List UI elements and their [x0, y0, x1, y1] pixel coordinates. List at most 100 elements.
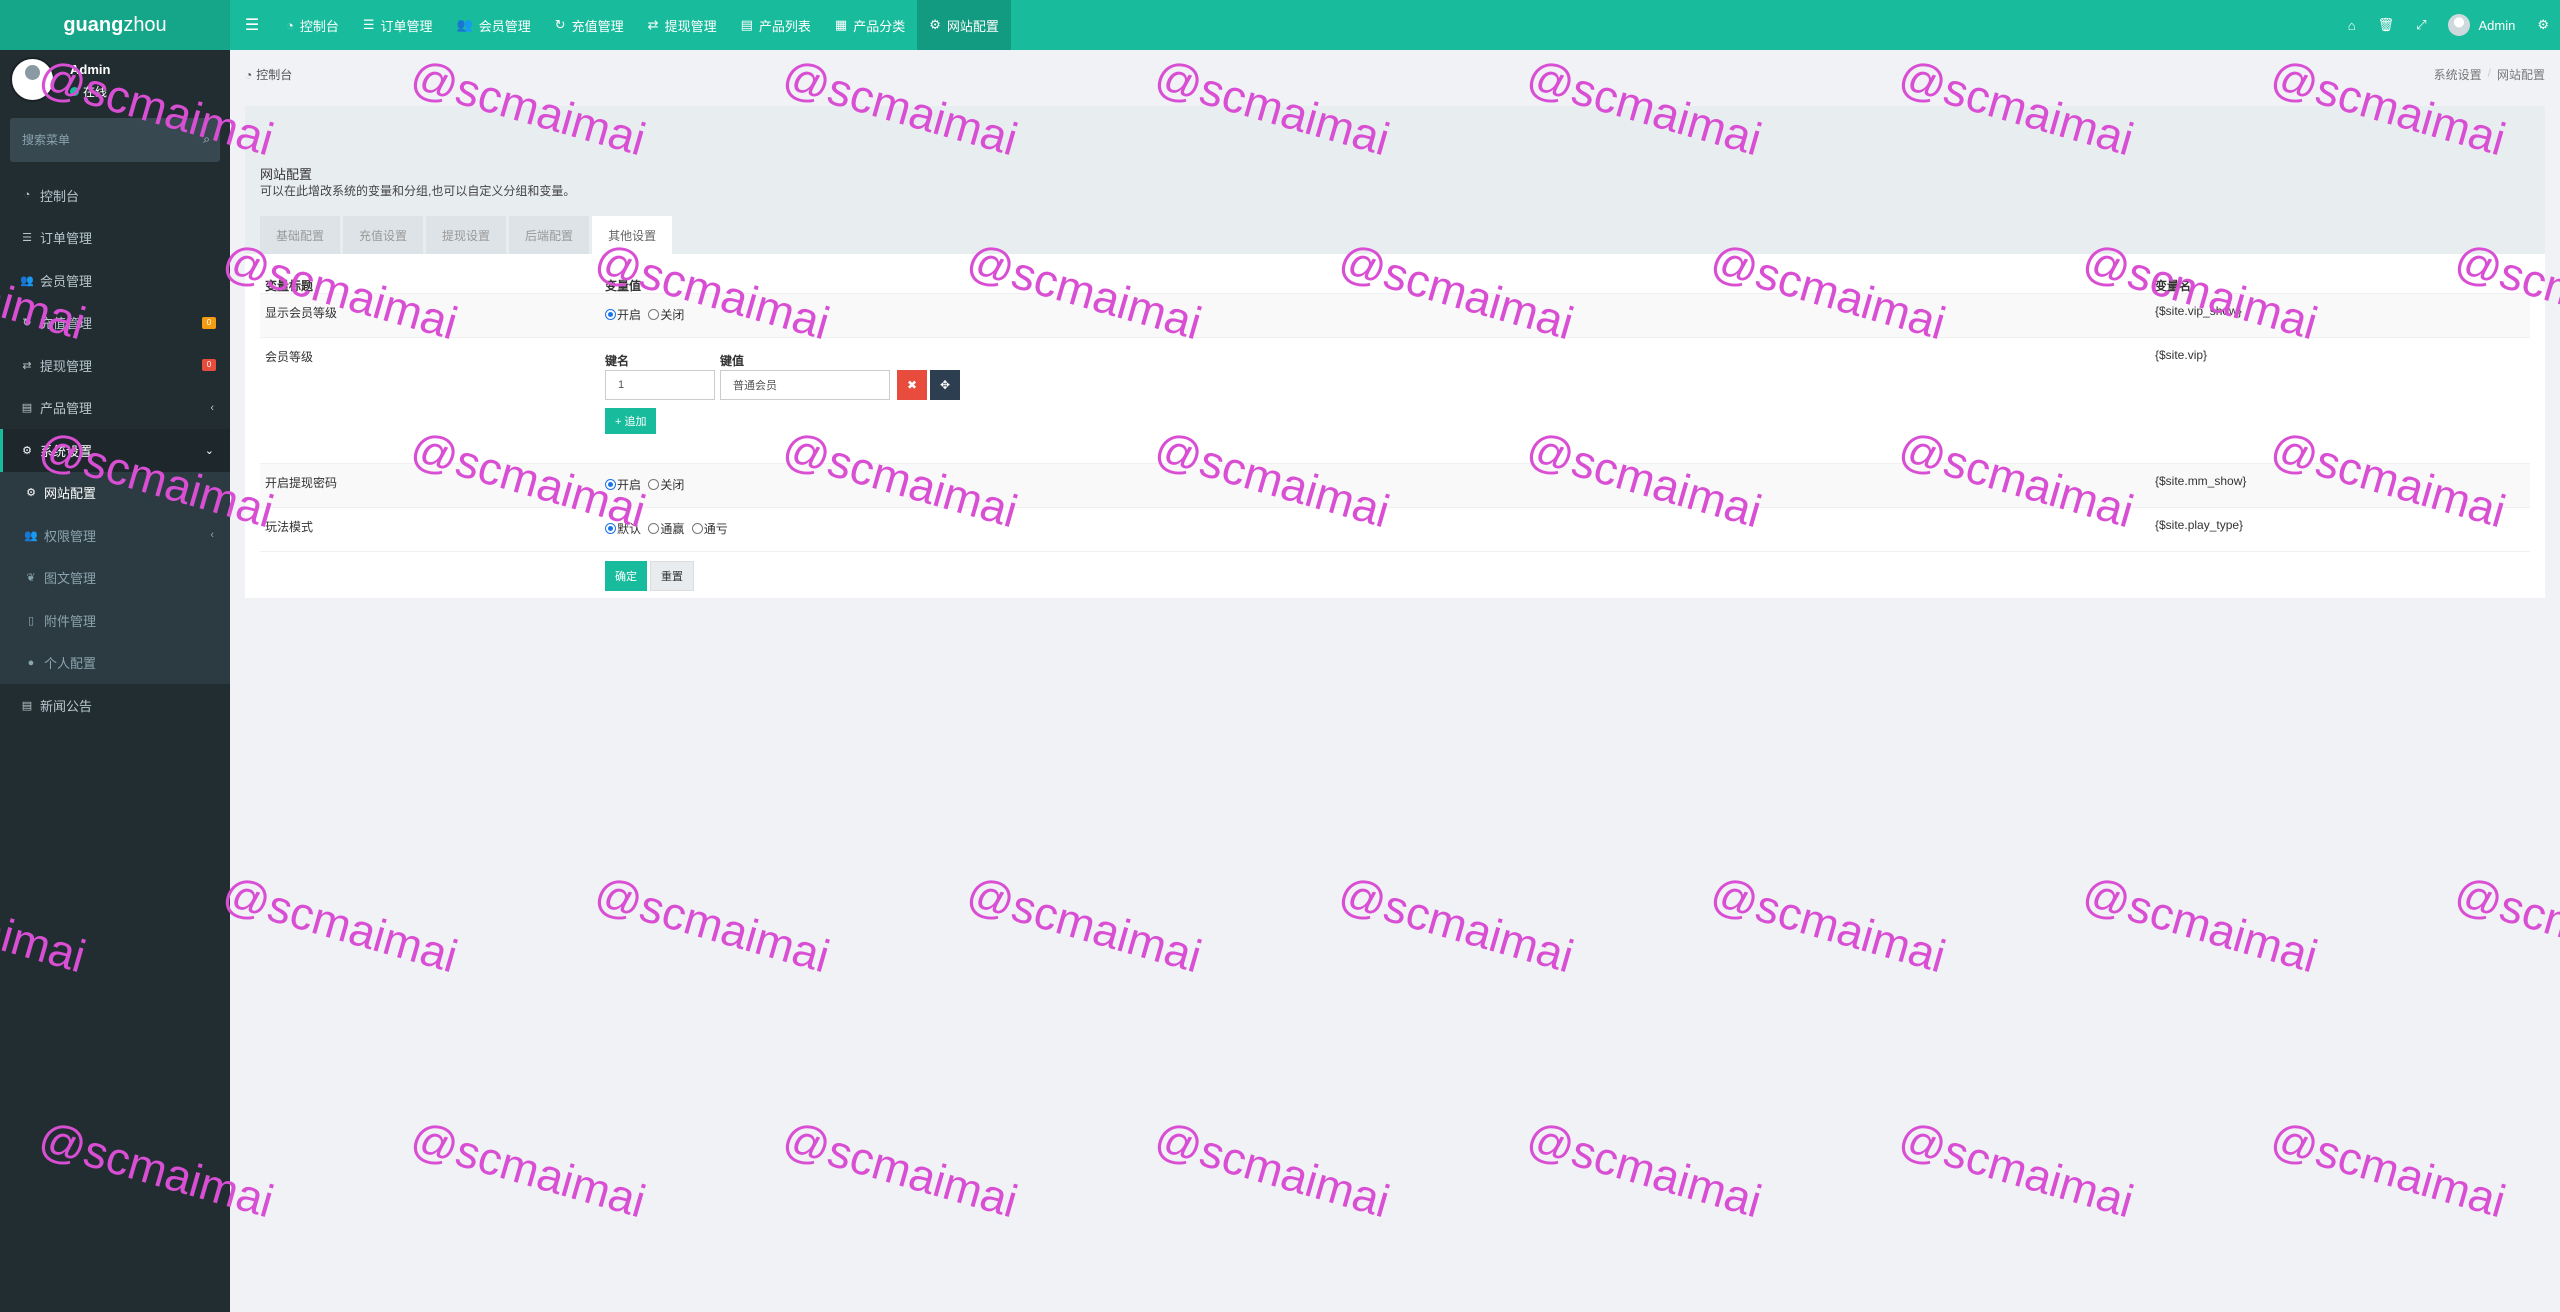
- reset-button[interactable]: 重置: [650, 561, 694, 591]
- breadcrumb-item[interactable]: 系统设置: [2434, 66, 2482, 83]
- table-row: 开启提现密码 开启 关闭 {$site.mm_show}: [260, 464, 2530, 508]
- user-menu[interactable]: Admin: [2437, 0, 2526, 50]
- radio-checked-icon: [605, 479, 616, 490]
- tab-backend[interactable]: 后端配置: [509, 216, 590, 254]
- gear-icon: ⚙: [26, 487, 36, 500]
- remove-row-button[interactable]: ✖: [897, 370, 927, 400]
- sidebar-item-dashboard[interactable]: ◔ 控制台: [0, 174, 230, 217]
- topnav-item-withdraw[interactable]: ⇄ 提现管理: [636, 0, 729, 50]
- user-name: Admin: [70, 62, 111, 77]
- sidebar-item-orders[interactable]: ☰ 订单管理: [0, 217, 230, 260]
- table-header: 变量标题 变量值 变量名: [260, 254, 2530, 294]
- tab-recharge[interactable]: 充值设置: [343, 216, 424, 254]
- radio-all-win[interactable]: 通赢: [648, 520, 684, 537]
- radio-off[interactable]: 关闭: [648, 476, 684, 493]
- radio-on[interactable]: 开启: [605, 476, 641, 493]
- home-icon: ⌂: [2347, 17, 2356, 33]
- recharge-icon: ↻: [554, 17, 566, 32]
- sidebar-item-system-settings[interactable]: ⚙ 系统设置 ⌄: [0, 429, 230, 472]
- sidebar-menu: ◔ 控制台 ☰ 订单管理 👥 会员管理 ↻ 充值管理 0 ⇄ 提现管理 0 ▤ 产品管理 ‹ ⚙ 系…: [0, 174, 230, 727]
- menu-icon: ☰: [244, 17, 260, 34]
- append-button[interactable]: + 追加: [605, 408, 657, 434]
- radio-all-lose[interactable]: 通亏: [691, 520, 728, 537]
- radio-default[interactable]: 默认: [605, 520, 641, 537]
- panel-description: 可以在此增改系统的变量和分组,也可以自定义分组和变量。: [260, 184, 576, 198]
- breadcrumb-path: 系统设置 / 网站配置: [2434, 66, 2545, 83]
- radio-checked-icon: [605, 523, 616, 534]
- sidebar-subitem-profile[interactable]: ● 个人配置: [0, 642, 230, 685]
- topnav-item-categories[interactable]: ▦ 产品分类: [823, 0, 917, 50]
- topnav-item-orders[interactable]: ☰ 订单管理: [351, 0, 445, 50]
- topnav-item-site-config[interactable]: ⚙ 网站配置: [917, 0, 1011, 50]
- column-header: 变量名: [2155, 279, 2192, 293]
- users-icon: 👥: [20, 274, 34, 287]
- app-logo[interactable]: guangzhou: [0, 0, 230, 50]
- table-row: 玩法模式 默认 通赢 通亏 {$site.play_type}: [260, 508, 2530, 552]
- sidebar-item-members[interactable]: 👥 会员管理: [0, 259, 230, 302]
- radio-checked-icon: [605, 309, 616, 320]
- home-button[interactable]: ⌂: [2337, 0, 2367, 50]
- gear-icon: ⚙: [929, 17, 941, 32]
- sidebar-submenu: ⚙ 网站配置 👥 权限管理 ‹ ❦ 图文管理 ▯ 附件管理 ● 个人配置: [0, 471, 230, 685]
- user-icon: ●: [27, 656, 35, 669]
- top-navbar: guangzhou ☰ ◔ 控制台 ☰ 订单管理 👥 会员管理 ↻ 充值管理 ⇄ 提现管理…: [0, 0, 2560, 50]
- fullscreen-button[interactable]: ⤢: [2405, 0, 2437, 50]
- trash-icon: 🗑: [2377, 17, 2395, 32]
- sidebar-subitem-permissions[interactable]: 👥 权限管理 ‹: [0, 514, 230, 557]
- main-content: ◔ 控制台 系统设置 / 网站配置 网站配置 可以在此增改系统的变量和分组,也可以…: [230, 50, 2560, 1312]
- top-nav: ☰ ◔ 控制台 ☰ 订单管理 👥 会员管理 ↻ 充值管理 ⇄ 提现管理 ▤ 产品列表 ▦ 产品…: [230, 0, 1011, 50]
- row-title: 会员等级: [265, 350, 314, 364]
- group-icon: 👥: [24, 529, 38, 542]
- sidebar-toggle-button[interactable]: ☰: [230, 0, 274, 50]
- config-panel: 网站配置 可以在此增改系统的变量和分组,也可以自定义分组和变量。 基础配置 充值…: [245, 106, 2545, 598]
- radio-off[interactable]: 关闭: [648, 306, 684, 323]
- vip-value-input[interactable]: [720, 370, 890, 400]
- withdraw-icon: ⇄: [647, 17, 659, 32]
- tab-basic[interactable]: 基础配置: [260, 216, 341, 254]
- sidebar-subitem-site-config[interactable]: ⚙ 网站配置: [0, 472, 230, 515]
- config-table: 变量标题 变量值 变量名 显示会员等级 开启 关闭 {$site.vip_sho…: [260, 254, 2530, 600]
- category-icon: ▦: [834, 17, 848, 32]
- drag-row-button[interactable]: ✥: [930, 370, 960, 400]
- topnav-item-products[interactable]: ▤ 产品列表: [729, 0, 823, 50]
- file-icon: ▯: [27, 614, 35, 627]
- config-tabs: 基础配置 充值设置 提现设置 后端配置 其他设置: [260, 216, 673, 254]
- chevron-left-icon: ‹: [210, 529, 214, 542]
- breadcrumb-home[interactable]: ◔ 控制台: [245, 66, 292, 83]
- sidebar-subitem-attachments[interactable]: ▯ 附件管理: [0, 599, 230, 642]
- sidebar-item-news[interactable]: ▤ 新闻公告: [0, 684, 230, 727]
- variable-name: {$site.play_type}: [2155, 518, 2244, 532]
- sidebar-item-products[interactable]: ▤ 产品管理 ‹: [0, 387, 230, 430]
- panel-heading: 网站配置 可以在此增改系统的变量和分组,也可以自定义分组和变量。 基础配置 充值…: [245, 106, 2545, 254]
- withdraw-icon: ⇄: [22, 359, 32, 372]
- sidebar: Admin 在线 ⌕ ◔控制台 ☰订单管理 👥会员管理 ↻充值管理0 ⇄提现管理…: [0, 50, 230, 1312]
- fullscreen-icon: ⤢: [2416, 17, 2427, 32]
- leaf-icon: ❦: [26, 572, 36, 585]
- search-icon[interactable]: ⌕: [203, 132, 210, 147]
- settings-button[interactable]: ⚙: [2526, 0, 2560, 50]
- sidebar-subitem-articles[interactable]: ❦ 图文管理: [0, 557, 230, 600]
- count-badge: 0: [202, 316, 216, 329]
- close-icon: ✖: [906, 378, 918, 392]
- variable-name: {$site.vip}: [2155, 348, 2208, 362]
- panel-title: 网站配置: [260, 167, 313, 182]
- tab-other[interactable]: 其他设置: [592, 216, 673, 254]
- user-status: 在线: [70, 83, 107, 100]
- topnav-item-recharge[interactable]: ↻ 充值管理: [543, 0, 636, 50]
- cogs-icon: ⚙: [2537, 17, 2549, 32]
- breadcrumb-separator: /: [2487, 66, 2491, 80]
- avatar: [2448, 14, 2471, 36]
- breadcrumb: ◔ 控制台 系统设置 / 网站配置: [230, 50, 2560, 96]
- sidebar-item-recharge[interactable]: ↻ 充值管理 0: [0, 302, 230, 345]
- clear-cache-button[interactable]: 🗑: [2367, 0, 2406, 50]
- topnav-item-dashboard[interactable]: ◔ 控制台: [274, 0, 351, 50]
- tab-withdraw[interactable]: 提现设置: [426, 216, 507, 254]
- topnav-item-members[interactable]: 👥 会员管理: [445, 0, 543, 50]
- radio-on[interactable]: 开启: [605, 306, 641, 323]
- chevron-left-icon: ‹: [210, 401, 214, 414]
- submit-button[interactable]: 确定: [605, 561, 647, 591]
- sidebar-item-withdraw[interactable]: ⇄ 提现管理 0: [0, 344, 230, 387]
- list-icon: ☰: [362, 17, 375, 32]
- sidebar-search-input[interactable]: [10, 118, 220, 162]
- vip-key-input[interactable]: [605, 370, 715, 400]
